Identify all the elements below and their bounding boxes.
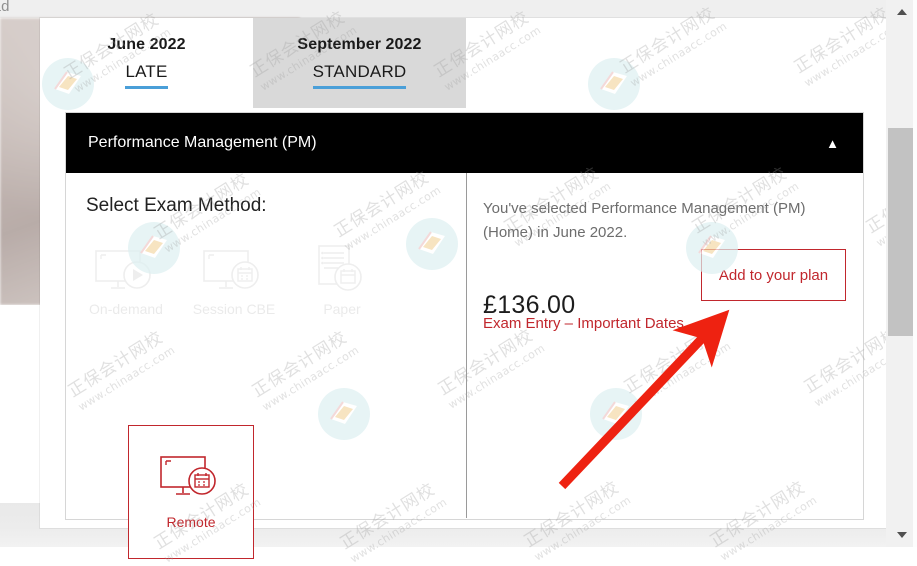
tab-june-month: June 2022 xyxy=(107,36,186,53)
exam-entry-modal: June 2022 LATE September 2022 STANDARD P… xyxy=(40,18,887,559)
method-option-paper: Paper xyxy=(300,239,384,317)
chevron-up-icon[interactable]: ▲ xyxy=(826,137,839,150)
session-tabs: June 2022 LATE September 2022 STANDARD xyxy=(40,18,887,108)
exam-method-pane: Select Exam Method: On-demand Session CB… xyxy=(66,173,466,559)
tab-june-type: LATE xyxy=(125,62,168,89)
method-label-paper: Paper xyxy=(323,301,361,317)
tabs-filler xyxy=(466,18,887,108)
selection-summary-pane: You've selected Performance Management (… xyxy=(467,173,863,518)
tab-september-2022[interactable]: September 2022 STANDARD xyxy=(253,18,466,108)
method-option-remote-selected[interactable]: Remote xyxy=(128,425,254,559)
tab-september-type: STANDARD xyxy=(312,62,407,89)
document-calendar-icon xyxy=(311,239,373,295)
subject-card-header[interactable]: Performance Management (PM) ▲ xyxy=(66,113,863,173)
scrollbar-right-edge xyxy=(913,0,917,547)
method-option-on-demand: On-demand xyxy=(84,239,168,317)
monitor-calendar-icon xyxy=(160,455,222,506)
tab-september-month: September 2022 xyxy=(297,36,422,53)
subject-card-body: Select Exam Method: On-demand Session CB… xyxy=(66,173,863,559)
monitor-play-icon xyxy=(95,239,157,295)
method-label-on-demand: On-demand xyxy=(89,301,163,317)
subject-card: Performance Management (PM) ▲ Select Exa… xyxy=(65,112,864,559)
subject-title: Performance Management (PM) xyxy=(88,134,317,151)
exam-entry-important-dates-link[interactable]: Exam Entry – Important Dates xyxy=(483,315,684,332)
method-label-remote: Remote xyxy=(166,513,216,530)
background-top-strip xyxy=(0,0,917,18)
method-option-session-cbe: Session CBE xyxy=(192,239,276,317)
tab-june-2022[interactable]: June 2022 LATE xyxy=(40,18,253,108)
background-cut-word: ead xyxy=(0,0,10,15)
selection-description: You've selected Performance Management (… xyxy=(483,200,806,241)
select-exam-method-label: Select Exam Method: xyxy=(86,195,267,216)
scrollbar-thumb[interactable] xyxy=(888,128,915,336)
add-to-your-plan-button[interactable]: Add to your plan xyxy=(701,249,846,301)
exam-method-options: On-demand Session CBE Paper xyxy=(84,239,466,317)
method-label-session-cbe: Session CBE xyxy=(192,301,276,317)
monitor-calendar-icon xyxy=(203,239,265,295)
